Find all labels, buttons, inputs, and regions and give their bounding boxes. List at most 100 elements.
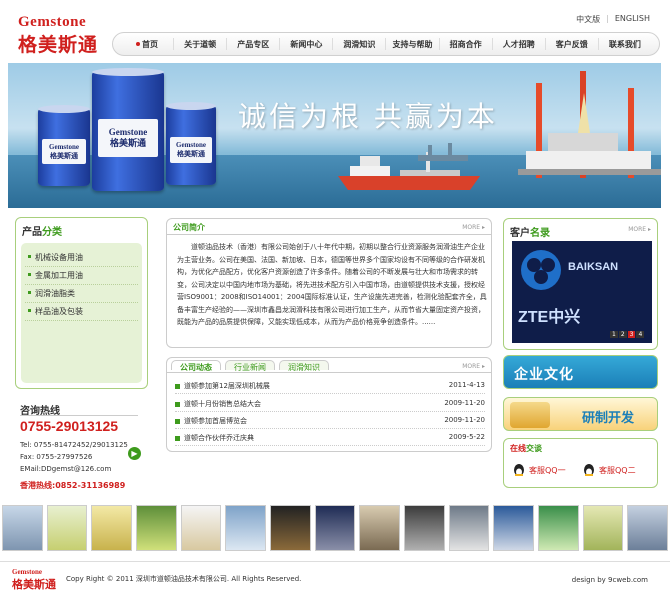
lang-english-link[interactable]: ENGLISH (615, 14, 650, 25)
qq-label: 客服QQ二 (599, 465, 636, 475)
tab-company-news[interactable]: 公司动态 (171, 360, 221, 372)
pager-2[interactable]: 2 (618, 331, 627, 338)
oil-drum-right: Gemstone 格美斯通 (166, 102, 216, 185)
client-more-link[interactable]: MORE ▸ (628, 226, 651, 233)
culture-label: 企业文化 (514, 367, 574, 383)
nav-partners[interactable]: 招商合作 (440, 38, 493, 50)
nav-label: 润滑知识 (343, 39, 376, 49)
news-title: 道顿参加首届博览会 (184, 417, 247, 425)
photo-thumbnail[interactable] (627, 505, 669, 551)
photo-thumbnail[interactable] (270, 505, 311, 551)
client-logo-baiksan: BAIKSAN (568, 261, 619, 273)
intro-tab-title: 公司简介 (167, 219, 491, 235)
contact-fax: Fax: 0755-27997526 (20, 453, 93, 461)
photo-thumbnail[interactable] (46, 505, 88, 551)
news-row[interactable]: 道顿参加第12届深圳机械展 2011-4-13 (175, 381, 485, 394)
news-title: 道顿参加第12届深圳机械展 (184, 382, 270, 390)
oil-rig-illustration (518, 71, 661, 178)
slideshow-pager: 1 2 3 4 (610, 331, 645, 338)
footer-logo-english: Gemstone (12, 568, 42, 576)
logo-chinese[interactable]: 格美斯通 (18, 30, 98, 57)
lang-chinese-link[interactable]: 中文版 (576, 14, 600, 25)
news-date: 2009-11-20 (444, 399, 485, 407)
banner-slogan: 诚信为根 共赢为本 (238, 100, 498, 133)
corporate-culture-banner[interactable]: 企业文化 (503, 355, 658, 389)
copyright-text: Copy Right © 2011 深圳市道顿油品技术有限公司. All Rig… (66, 575, 302, 583)
hotline-divider (20, 415, 138, 416)
product-category-item[interactable]: 金属加工用油 (25, 267, 138, 285)
nav-knowledge[interactable]: 润滑知识 (333, 38, 387, 50)
contact-email[interactable]: EMail:DDgemst@126.com (20, 465, 111, 473)
news-row[interactable]: 道顿参加首届博览会 2009-11-20 (175, 416, 485, 429)
nav-jobs[interactable]: 人才招聘 (493, 38, 546, 50)
arrow-right-icon[interactable]: ▶ (128, 447, 141, 460)
hk-hotline: 香港热线:0852-31136989 (20, 481, 126, 490)
footer-logo-chinese: 格美斯通 (12, 579, 56, 591)
photo-thumbnail[interactable] (91, 505, 133, 551)
photo-thumbnail[interactable] (538, 505, 579, 551)
nav-label: 联系我们 (608, 39, 641, 49)
pager-4[interactable]: 4 (636, 331, 645, 338)
drum-label-en: Gemstone (108, 127, 148, 138)
photo-thumbnail[interactable] (180, 505, 222, 551)
qq-service-1[interactable]: 客服QQ一 (512, 463, 566, 477)
nav-news[interactable]: 新闻中心 (280, 38, 334, 50)
news-row[interactable]: 道顿合作伙伴乔迁庆典 2009-5-22 (175, 433, 485, 446)
tab-lubrication-knowledge[interactable]: 润滑知识 (279, 360, 329, 372)
client-logo-zte: ZTE中兴 (518, 309, 581, 326)
photo-thumbnail[interactable] (359, 505, 401, 551)
tab-industry-news[interactable]: 行业新闻 (225, 360, 275, 372)
news-panel: 公司动态 行业新闻 润滑知识 MORE ▸ 道顿参加第12届深圳机械展 2011-… (166, 357, 492, 452)
nav-label: 产品专区 (237, 39, 270, 49)
logo-english[interactable]: Gemstone (18, 14, 86, 31)
pager-3[interactable]: 3 (627, 331, 636, 338)
product-category-item[interactable]: 机械设备用油 (25, 249, 138, 267)
intro-more-link[interactable]: MORE ▸ (462, 224, 485, 231)
photo-thumbnail[interactable] (493, 505, 535, 551)
photo-thumbnail[interactable] (404, 505, 445, 551)
product-panel-title: 产品分类 (16, 218, 147, 243)
product-category-item[interactable]: 样品油及包装 (25, 303, 138, 321)
rd-label: 研制开发 (582, 411, 635, 426)
nav-label: 关于道顿 (184, 39, 217, 49)
nav-about[interactable]: 关于道顿 (174, 38, 228, 50)
nav-support[interactable]: 支持与帮助 (386, 38, 440, 50)
client-logo-triangle-icon (521, 250, 561, 290)
nav-label: 人才招聘 (502, 39, 535, 49)
news-tabs: 公司动态 行业新闻 润滑知识 (167, 358, 491, 373)
product-photo-strip (0, 505, 670, 555)
nav-home[interactable]: 首页 (121, 38, 175, 50)
news-date: 2009-5-22 (448, 433, 485, 441)
client-logo-slideshow[interactable]: BAIKSAN ZTE中兴 1 2 3 4 (512, 241, 652, 343)
photo-thumbnail[interactable] (582, 505, 624, 551)
client-list-panel: 客户名录 MORE ▸ BAIKSAN ZTE中兴 1 2 3 4 (503, 218, 658, 350)
main-nav: 首页 关于道顿 产品专区 新闻中心 润滑知识 支持与帮助 招商合作 人才招聘 客… (112, 32, 660, 56)
nav-products[interactable]: 产品专区 (227, 38, 281, 50)
nav-contact[interactable]: 联系我们 (599, 38, 651, 50)
qq-service-2[interactable]: 客服QQ二 (582, 463, 636, 477)
news-row[interactable]: 道顿十月份销售总结大会 2009-11-20 (175, 399, 485, 412)
bullet-icon (175, 383, 180, 389)
drum-label-cn: 格美斯通 (177, 149, 205, 158)
nav-dot-icon (136, 42, 141, 46)
drum-label-en: Gemstone (49, 143, 79, 152)
news-more-link[interactable]: MORE ▸ (462, 363, 485, 370)
language-switch: 中文版 | ENGLISH (576, 14, 650, 25)
news-title: 道顿十月份销售总结大会 (184, 400, 261, 408)
photo-thumbnail[interactable] (136, 505, 177, 551)
product-category-item[interactable]: 润滑油脂类 (25, 285, 138, 303)
photo-thumbnail[interactable] (225, 505, 267, 551)
photo-thumbnail[interactable] (314, 505, 356, 551)
nav-label: 首页 (142, 39, 159, 49)
photo-thumbnail[interactable] (2, 505, 43, 551)
title-part-b: 交谈 (526, 444, 542, 453)
qq-penguin-icon (514, 464, 524, 476)
product-category-list: 机械设备用油 金属加工用油 润滑油脂类 样品油及包装 (21, 243, 142, 383)
nav-label: 招商合作 (449, 39, 482, 49)
photo-thumbnail[interactable] (448, 505, 490, 551)
research-development-banner[interactable]: 研制开发 (503, 397, 658, 431)
nav-feedback[interactable]: 客户反馈 (546, 38, 599, 50)
pager-1[interactable]: 1 (610, 331, 618, 338)
hero-banner: Gemstone 格美斯通 Gemstone 格美斯通 Gemstone 格美斯通 诚… (8, 63, 661, 208)
designer-credit[interactable]: design by 9cweb.com (572, 576, 648, 584)
